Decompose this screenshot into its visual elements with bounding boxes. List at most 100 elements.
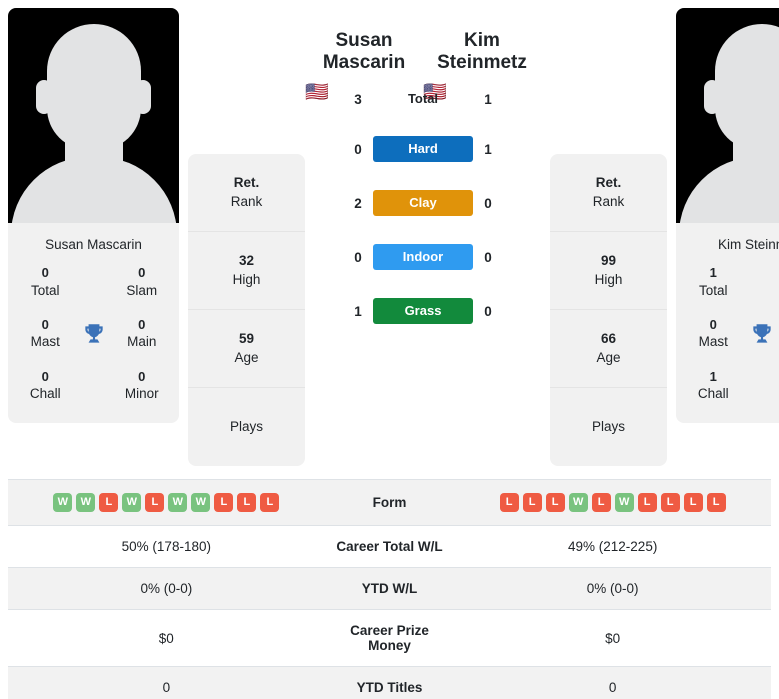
right-career-total-wl: 49% (212-225) [454, 525, 771, 568]
left-titles-mast: 0 Mast [14, 316, 77, 352]
left-ytd-wl: 0% (0-0) [8, 567, 325, 610]
h2h-row-clay: 2 Clay 0 [333, 190, 513, 216]
head-to-head-wrap: Susan Mascarin 🇺🇸 Kim Steinmetz 🇺🇸 3 Tot… [305, 30, 541, 370]
left-player-name: Susan Mascarin [305, 30, 423, 74]
right-titles-mast-value: 0 [709, 316, 717, 332]
form-badge-loss[interactable]: L [637, 493, 657, 512]
form-badge-loss[interactable]: L [260, 493, 280, 512]
left-titles-minor-value: 0 [138, 368, 146, 384]
right-info-high: 99 High [550, 232, 667, 310]
right-ytd-titles: 0 [454, 666, 771, 699]
left-titles-mast-label: Mast [30, 334, 60, 350]
right-player-info-column: Ret. Rank 99 High 66 Age Plays [550, 154, 667, 466]
left-titles-slam-label: Slam [126, 282, 158, 298]
comparison-header: Susan Mascarin 0 Total 0 Slam 0 Mast 0 M… [0, 0, 779, 470]
form-badge-loss[interactable]: L [591, 493, 611, 512]
form-badge-loss[interactable]: L [237, 493, 257, 512]
right-info-high-value: 99 [600, 252, 617, 268]
surface-badge-clay[interactable]: Clay [373, 190, 473, 216]
right-titles-total-value: 1 [709, 265, 717, 280]
left-info-high-label: High [232, 271, 261, 287]
surface-badge-hard[interactable]: Hard [373, 136, 473, 162]
h2h-total-label-cell: Total [373, 90, 473, 108]
right-titles-total: 1 Total [682, 264, 745, 300]
row-label-ytd-titles: YTD Titles [324, 666, 455, 699]
form-badge-loss[interactable]: L [706, 493, 726, 512]
form-badge-win[interactable]: W [76, 493, 96, 512]
left-titles-main: 0 Main [111, 316, 174, 352]
right-player-titles-grid: 1 Total 0 Slam 0 Mast 0 [676, 264, 779, 423]
left-titles-total: 0 Total [14, 264, 77, 300]
left-info-plays: Plays [188, 388, 305, 466]
form-badge-win[interactable]: W [168, 493, 188, 512]
form-badge-win[interactable]: W [568, 493, 588, 512]
form-badge-win[interactable]: W [614, 493, 634, 512]
form-badge-loss[interactable]: L [214, 493, 234, 512]
form-badge-loss[interactable]: L [499, 493, 519, 512]
h2h-hard-right-score: 1 [484, 141, 492, 157]
h2h-indoor-right-score: 0 [484, 249, 492, 265]
right-trophy-cell [745, 321, 779, 347]
right-player-photo [676, 8, 779, 223]
player-comparison-page: Susan Mascarin 0 Total 0 Slam 0 Mast 0 M… [0, 0, 779, 699]
left-info-rank-value: Ret. [233, 174, 260, 190]
left-titles-chall-label: Chall [29, 386, 61, 402]
form-badge-loss[interactable]: L [545, 493, 565, 512]
form-badge-loss[interactable]: L [660, 493, 680, 512]
form-badge-loss[interactable]: L [145, 493, 165, 512]
form-badge-win[interactable]: W [191, 493, 211, 512]
trophy-icon [84, 323, 103, 343]
form-badge-win[interactable]: W [122, 493, 142, 512]
comparison-stats-table: WWLWLWWLLL Form LLLWLWLLLL 50% (178-180)… [8, 479, 771, 699]
right-titles-mast: 0 Mast [682, 316, 745, 352]
h2h-row-total: 3 Total 1 [333, 90, 513, 108]
right-career-prize-money: $0 [454, 609, 771, 667]
left-player-photo-caption: Susan Mascarin [45, 237, 142, 252]
row-label-career-total-wl: Career Total W/L [324, 525, 455, 568]
right-titles-total-label: Total [698, 282, 728, 298]
table-row-career-prize-money: $0 Career Prize Money $0 [8, 609, 771, 667]
right-player-name-line2: Steinmetz [437, 51, 527, 73]
right-form-strip: LLLWLWLLLL [458, 493, 767, 512]
left-career-prize-money: $0 [8, 609, 325, 667]
surface-badge-grass[interactable]: Grass [373, 298, 473, 324]
right-titles-chall-value: 1 [709, 368, 717, 384]
trophy-icon [752, 323, 771, 343]
left-titles-chall: 0 Chall [14, 368, 77, 404]
form-badge-loss[interactable]: L [683, 493, 703, 512]
table-row-form: WWLWLWWLLL Form LLLWLWLLLL [8, 479, 771, 526]
row-label-career-prize-money: Career Prize Money [324, 609, 455, 667]
h2h-total-right-score: 1 [484, 91, 492, 107]
left-player-card[interactable]: Susan Mascarin 0 Total 0 Slam 0 Mast 0 M… [8, 8, 179, 424]
right-info-rank-label: Rank [592, 193, 625, 209]
h2h-row-hard: 0 Hard 1 [333, 136, 513, 162]
form-badge-loss[interactable]: L [99, 493, 119, 512]
left-player-titles-grid: 0 Total 0 Slam 0 Mast 0 Main 0 Chall 0 M… [8, 264, 179, 423]
left-titles-slam-value: 0 [138, 265, 146, 280]
left-titles-minor-label: Minor [124, 386, 159, 402]
avatar-shoulders [10, 157, 177, 223]
left-info-age-value: 59 [238, 330, 255, 346]
avatar-ear-right [135, 80, 151, 114]
left-titles-chall-value: 0 [41, 368, 49, 384]
surface-badge-indoor[interactable]: Indoor [373, 244, 473, 270]
form-badge-loss[interactable]: L [522, 493, 542, 512]
right-player-card[interactable]: Kim Steinmetz 1 Total 0 Slam 0 Mast [676, 8, 779, 424]
left-player-photo [8, 8, 179, 223]
right-titles-chall-label: Chall [697, 386, 729, 402]
form-badge-win[interactable]: W [53, 493, 73, 512]
form-cell-right: LLLWLWLLLL [454, 479, 771, 526]
left-trophy-cell [77, 321, 111, 347]
left-player-name-line1: Susan [335, 30, 393, 51]
right-titles-mast-label: Mast [698, 334, 728, 350]
right-info-age-label: Age [596, 349, 621, 365]
h2h-indoor-badge-cell: Indoor [373, 244, 473, 270]
left-info-rank-label: Rank [230, 193, 263, 209]
h2h-hard-left-score: 0 [354, 141, 362, 157]
table-row-ytd-titles: 0 YTD Titles 0 [8, 666, 771, 699]
left-info-rank: Ret. Rank [188, 154, 305, 232]
avatar-ear-left [36, 80, 52, 114]
right-player-photo-caption: Kim Steinmetz [717, 237, 779, 252]
left-player-name-line2: Mascarin [322, 51, 406, 73]
right-titles-chall: 1 Chall [682, 368, 745, 404]
